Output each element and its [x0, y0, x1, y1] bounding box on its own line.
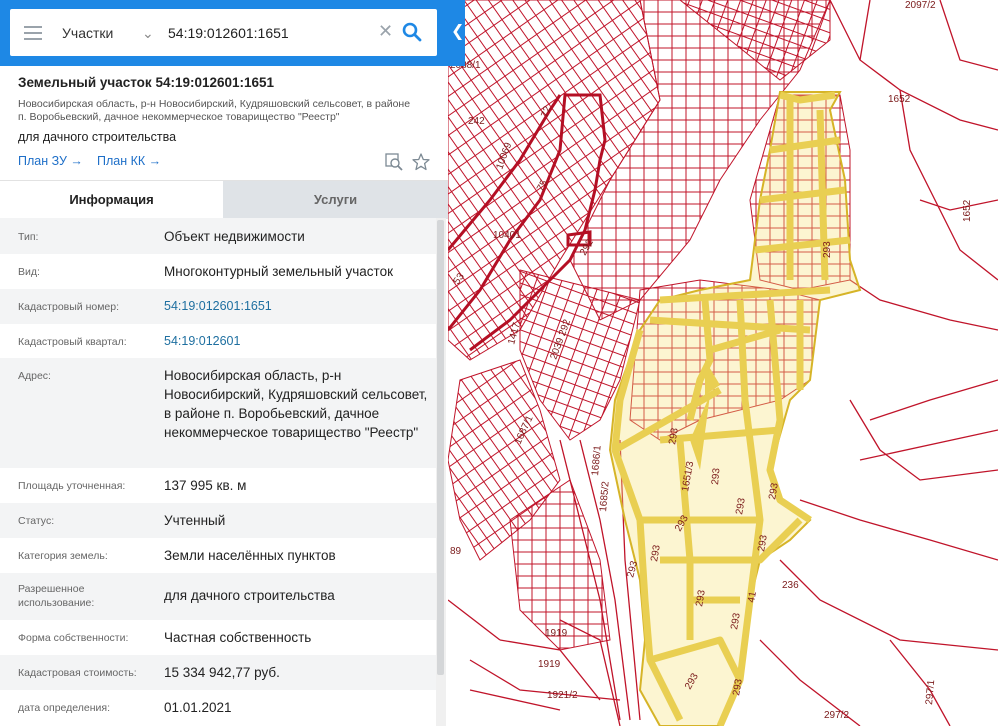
map-label: 236 [782, 580, 799, 591]
map-label: 293 [731, 678, 745, 697]
table-row: Площадь уточненная: 137 995 кв. м [0, 468, 436, 503]
cadastral-quarter-link[interactable]: 54:19:012601 [164, 332, 434, 351]
row-value: Объект недвижимости [164, 229, 305, 244]
info-table: Тип: Объект недвижимости Вид: Многоконту… [0, 218, 436, 726]
row-label: Статус: [18, 515, 55, 527]
row-label: Кадастровый квартал: [18, 336, 127, 348]
table-row: Кадастровый квартал: 54:19:012601 [0, 324, 436, 358]
row-label: Категория земель: [18, 550, 108, 562]
row-value: Частная собственность [164, 630, 312, 645]
star-icon[interactable] [412, 153, 430, 171]
map-label: 1652 [888, 94, 911, 105]
map-label: 89 [450, 546, 462, 557]
plan-kk-link[interactable]: План КК → [97, 154, 161, 168]
row-value: 15 334 942,77 руб. [164, 665, 280, 680]
row-value: для дачного строительства [164, 588, 335, 603]
table-row: Разрешенное использование: для дачного с… [0, 573, 436, 620]
table-row: Категория земель: Земли населённых пункт… [0, 538, 436, 573]
row-label: дата определения: [18, 702, 111, 714]
chevron-down-icon: ⌄ [142, 25, 154, 41]
table-row: Вид: Многоконтурный земельный участок [0, 254, 436, 289]
collapse-panel-button[interactable]: ❮ [448, 0, 465, 66]
collapse-arrow-icon: ❮ [451, 23, 465, 40]
map-label: 297/2 [824, 710, 849, 721]
map-label: 10401 [493, 230, 521, 241]
row-label: Кадастровый номер: [18, 301, 120, 313]
row-label: Адрес: [18, 370, 51, 382]
map-label: 293 [822, 241, 833, 258]
parcel-usage: для дачного строительства [18, 130, 177, 144]
cadastral-number-link[interactable]: 54:19:012601:1651 [164, 297, 434, 316]
row-value: Земли населённых пунктов [164, 548, 336, 563]
table-row: Форма собственности: Частная собственнос… [0, 620, 436, 655]
parcel-address: Новосибирская область, р-н Новосибирский… [18, 98, 411, 123]
map-label: 297/1 [924, 679, 937, 705]
table-row: Тип: Объект недвижимости [0, 218, 436, 254]
row-label: Форма собственности: [18, 632, 129, 644]
search-box: Участки ⌄ 54:19:012601:1651 ✕ [10, 9, 437, 56]
table-row: Кадастровый номер: 54:19:012601:1651 [0, 289, 436, 324]
clear-icon[interactable]: ✕ [378, 21, 393, 41]
map-label: 1921/2 [547, 690, 578, 701]
map-label: 293 [710, 467, 722, 485]
map-label: 41 [746, 590, 759, 603]
table-row: Статус: Учтенный [0, 503, 436, 538]
row-label: Тип: [18, 231, 39, 243]
map-label: 1685/2 [598, 480, 612, 512]
search-input[interactable]: 54:19:012601:1651 [168, 23, 289, 43]
row-value: Новосибирская область, р-н Новосибирский… [164, 368, 428, 440]
row-value: Многоконтурный земельный участок [164, 264, 393, 279]
row-label: Площадь уточненная: [18, 480, 126, 492]
map-label: 1919 [545, 628, 568, 639]
search-bar: Участки ⌄ 54:19:012601:1651 ✕ [0, 0, 448, 66]
map-label: 2097/2 [905, 0, 936, 11]
table-row: Кадастровая стоимость: 15 334 942,77 руб… [0, 655, 436, 690]
page-title: Земельный участок 54:19:012601:1651 [18, 75, 275, 90]
layer-select[interactable]: Участки ⌄ [62, 23, 162, 43]
table-row: Адрес: Новосибирская область, р-н Новоси… [0, 358, 436, 468]
table-row: дата определения: 01.01.2021 [0, 690, 436, 726]
tab-info[interactable]: Информация [0, 181, 223, 219]
row-value: 01.01.2021 [164, 700, 232, 715]
row-label: Вид: [18, 266, 40, 278]
row-value: 137 995 кв. м [164, 478, 247, 493]
layer-select-value: Участки [62, 25, 114, 41]
map-label: 1686/1 [590, 444, 604, 476]
plan-zu-link[interactable]: План ЗУ → [18, 154, 83, 168]
map-label: 1919 [538, 659, 561, 670]
row-value: Учтенный [164, 513, 226, 528]
scrollbar-thumb[interactable] [437, 220, 444, 675]
zoom-plan-icon[interactable] [385, 153, 403, 171]
row-label: Разрешенное использование: [18, 583, 95, 609]
map-label: 242 [468, 116, 485, 127]
menu-icon[interactable] [24, 26, 42, 40]
row-label: Кадастровая стоимость: [18, 667, 137, 679]
info-panel: Участки ⌄ 54:19:012601:1651 ✕ Земельный … [0, 0, 448, 726]
map-label: 1652 [962, 199, 973, 222]
search-icon[interactable] [402, 22, 422, 42]
tab-services[interactable]: Услуги [223, 181, 448, 219]
tabs: Информация Услуги [0, 180, 448, 219]
